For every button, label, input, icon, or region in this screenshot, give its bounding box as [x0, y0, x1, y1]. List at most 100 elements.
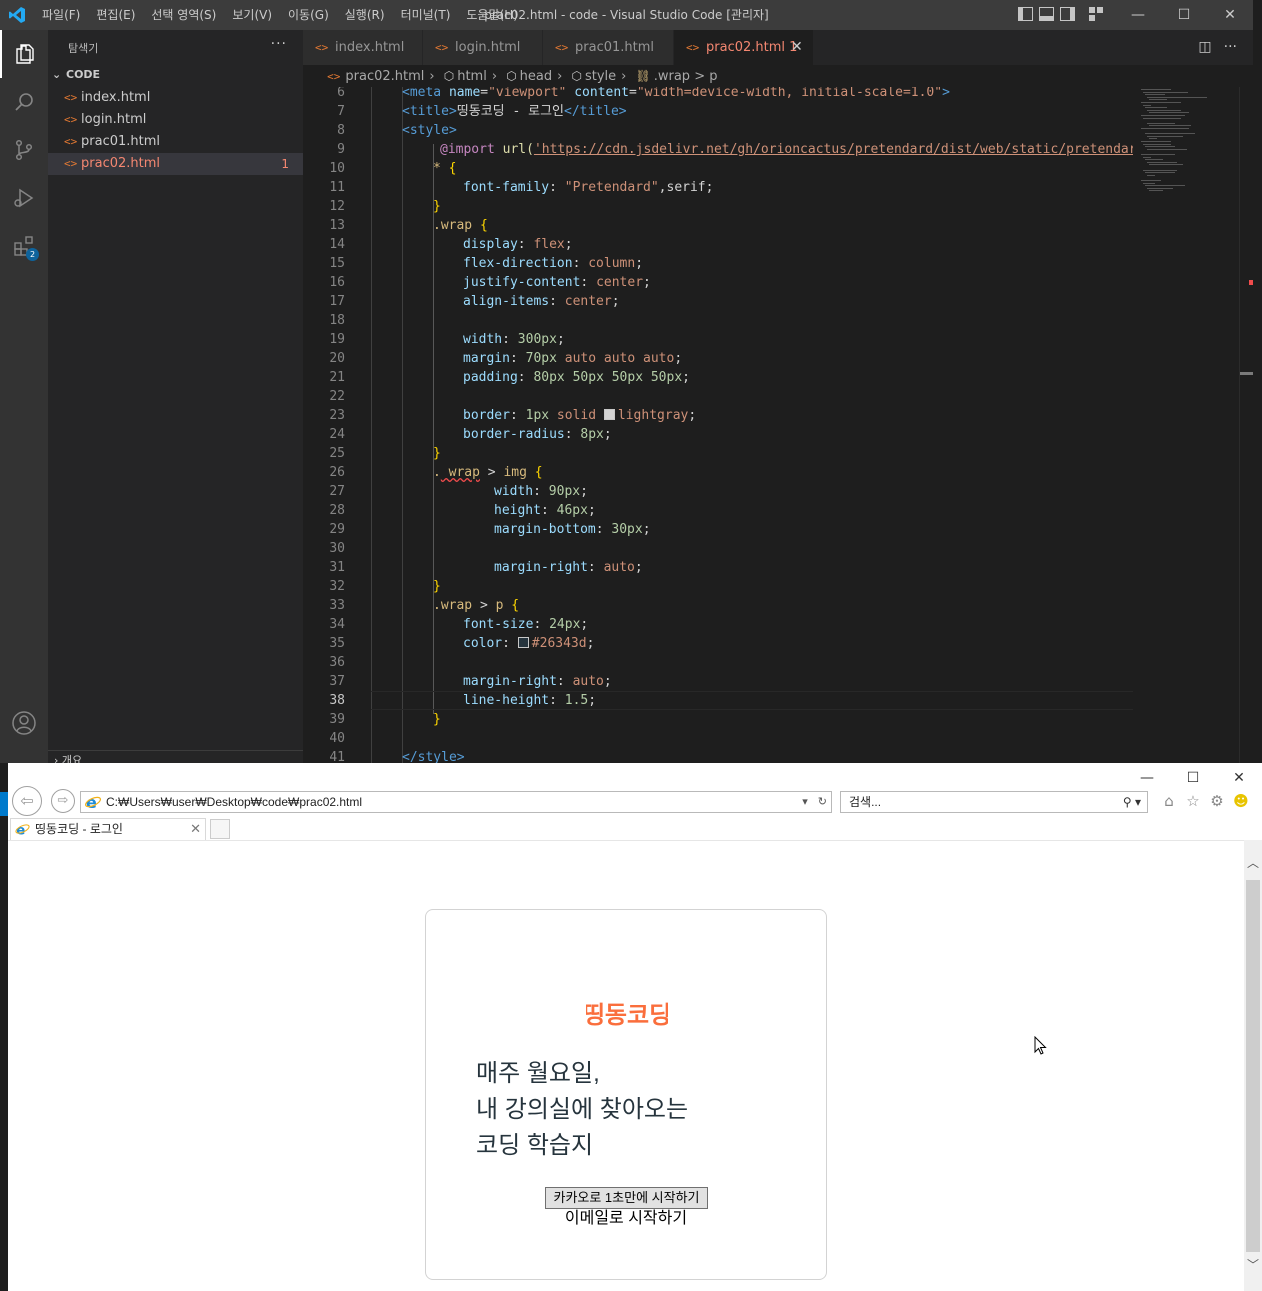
page-scrollbar[interactable]: ︿ ﹀: [1244, 840, 1262, 1291]
breadcrumb-html[interactable]: ⬡ html: [444, 65, 487, 88]
toggle-secondary-sidebar-icon[interactable]: [1060, 7, 1075, 21]
minimap-line: [1145, 133, 1195, 135]
address-bar[interactable]: e C:₩Users₩user₩Desktop₩code₩prac02.html…: [80, 791, 832, 813]
forward-button[interactable]: ⇨: [51, 789, 75, 813]
page-viewport: 띵동코딩 매주 월요일, 내 강의실에 찾아오는 코딩 학습지 카카오로 1초만…: [8, 840, 1244, 1291]
code-line: 31 margin-right: auto;: [329, 560, 643, 575]
toggle-sidebar-icon[interactable]: [1018, 7, 1033, 21]
tab-login[interactable]: <> login.html: [423, 30, 543, 65]
color-swatch-navy[interactable]: [517, 637, 529, 648]
settings-gear-icon[interactable]: ⚙: [1208, 792, 1226, 810]
workspace-section[interactable]: ⌄ CODE: [52, 68, 100, 81]
new-tab-button[interactable]: [210, 819, 230, 839]
refresh-icon[interactable]: ↻: [818, 792, 827, 812]
minimap-line: [1149, 112, 1189, 114]
editor-actions: ◫ ···: [1198, 30, 1237, 65]
code-editor[interactable]: 6 <meta name="viewport" content="width=de…: [303, 87, 1133, 763]
arrow-left-icon: ⇦: [20, 791, 34, 810]
menu-terminal[interactable]: 터미널(T): [393, 0, 459, 30]
tab-prac02[interactable]: <> prac02.html 1 ✕: [674, 30, 814, 65]
code-line: 37 margin-right: auto;: [329, 674, 612, 689]
ie-logo-icon: e: [85, 793, 101, 811]
breadcrumb-selector[interactable]: ⛓ .wrap > p: [636, 65, 718, 88]
minimap-line: [1145, 107, 1167, 109]
menu-help[interactable]: 도움말(H): [458, 0, 526, 30]
scrollbar-thumb[interactable]: [1246, 880, 1260, 1252]
code-line: 10 * {: [329, 161, 457, 176]
element-icon: ⬡: [506, 69, 517, 83]
ddingdong-logo: 띵동코딩: [586, 1001, 668, 1029]
file-item-index[interactable]: <> index.html: [48, 87, 303, 109]
tab-title: 띵동코딩 - 로그인: [35, 822, 123, 836]
code-line: 21 padding: 80px 50px 50px 50px;: [329, 370, 690, 385]
tab-close-icon[interactable]: ✕: [190, 819, 201, 839]
back-button[interactable]: ⇦: [12, 786, 42, 816]
menu-run[interactable]: 실행(R): [337, 0, 393, 30]
minimap-line: [1149, 190, 1163, 192]
toggle-panel-icon[interactable]: [1039, 7, 1054, 21]
browser-tab[interactable]: e 띵동코딩 - 로그인 ✕: [10, 818, 206, 840]
code-line: 11 font-family: "Pretendard",serif;: [329, 180, 714, 195]
breadcrumb-head[interactable]: ⬡ head: [506, 65, 552, 88]
accounts-icon[interactable]: [0, 699, 48, 747]
menu-edit[interactable]: 편집(E): [88, 0, 143, 30]
customize-layout-icon[interactable]: [1089, 7, 1103, 21]
scrollbar-thumb[interactable]: [1240, 372, 1253, 375]
minimize-icon[interactable]: —: [1124, 763, 1170, 793]
file-item-prac02[interactable]: <> prac02.html 1: [48, 153, 303, 175]
minimap-line: [1147, 174, 1155, 176]
favorites-star-icon[interactable]: ☆: [1184, 792, 1202, 810]
code-line: 17 align-items: center;: [329, 294, 620, 309]
extensions-icon[interactable]: 2: [0, 222, 48, 270]
kakao-start-button[interactable]: 카카오로 1초만에 시작하기: [545, 1187, 708, 1209]
file-item-prac01[interactable]: <> prac01.html: [48, 131, 303, 153]
explorer-icon[interactable]: [0, 30, 48, 78]
code-line: 12}: [329, 199, 441, 214]
close-icon[interactable]: ✕: [1207, 0, 1253, 30]
run-debug-icon[interactable]: [0, 174, 48, 222]
menu-selection[interactable]: 선택 영역(S): [143, 0, 224, 30]
color-swatch-lightgray[interactable]: [603, 409, 615, 420]
tab-index[interactable]: <> index.html: [303, 30, 423, 65]
outline-section[interactable]: › 개요: [54, 752, 82, 763]
editor-scrollbar[interactable]: [1239, 87, 1253, 763]
more-actions-icon[interactable]: ···: [1224, 30, 1237, 65]
scroll-up-icon[interactable]: ︿: [1244, 854, 1262, 872]
minimap-line: [1145, 159, 1163, 161]
mouse-cursor-icon: [1034, 1036, 1047, 1055]
minimap-line: [1143, 169, 1177, 171]
search-icon[interactable]: [0, 78, 48, 126]
scroll-down-icon[interactable]: ﹀: [1244, 1256, 1262, 1274]
tab-prac01[interactable]: <> prac01.html: [543, 30, 674, 65]
home-icon[interactable]: ⌂: [1160, 792, 1178, 810]
search-icon[interactable]: ⚲ ▾: [1123, 792, 1141, 812]
minimap-line: [1147, 96, 1207, 98]
email-start-link[interactable]: 이메일로 시작하기: [426, 1209, 826, 1229]
minimize-icon[interactable]: —: [1115, 0, 1161, 30]
breadcrumb-file[interactable]: <> prac02.html: [327, 66, 424, 88]
minimap[interactable]: [1133, 87, 1239, 763]
minimap-line: [1141, 141, 1171, 142]
search-box[interactable]: 검색... ⚲ ▾: [840, 791, 1148, 813]
breadcrumb-style[interactable]: ⬡ style: [571, 65, 616, 88]
split-editor-icon[interactable]: ◫: [1198, 30, 1211, 65]
explorer-sidebar: 탐색기 ··· ⌄ CODE <> index.html <> login.html …: [48, 30, 303, 763]
vscode-logo-icon: [9, 7, 25, 23]
feedback-smiley-icon[interactable]: ☻: [1232, 792, 1250, 810]
maximize-icon[interactable]: ☐: [1170, 763, 1216, 793]
code-line: 14 display: flex;: [329, 237, 573, 252]
minimap-line: [1141, 154, 1175, 155]
menu-file[interactable]: 파일(F): [34, 0, 88, 30]
file-item-login[interactable]: <> login.html: [48, 109, 303, 131]
menu-go[interactable]: 이동(G): [280, 0, 337, 30]
layout-controls: [1018, 7, 1103, 21]
menu-view[interactable]: 보기(V): [224, 0, 280, 30]
maximize-icon[interactable]: ☐: [1161, 0, 1207, 30]
minimap-line: [1147, 161, 1177, 163]
tab-close-icon[interactable]: ✕: [791, 30, 803, 65]
more-actions-icon[interactable]: ···: [271, 36, 287, 52]
dropdown-icon[interactable]: ▾: [802, 792, 808, 812]
close-icon[interactable]: ✕: [1216, 763, 1262, 793]
source-control-icon[interactable]: [0, 126, 48, 174]
code-line: 41 </style>: [329, 750, 465, 763]
